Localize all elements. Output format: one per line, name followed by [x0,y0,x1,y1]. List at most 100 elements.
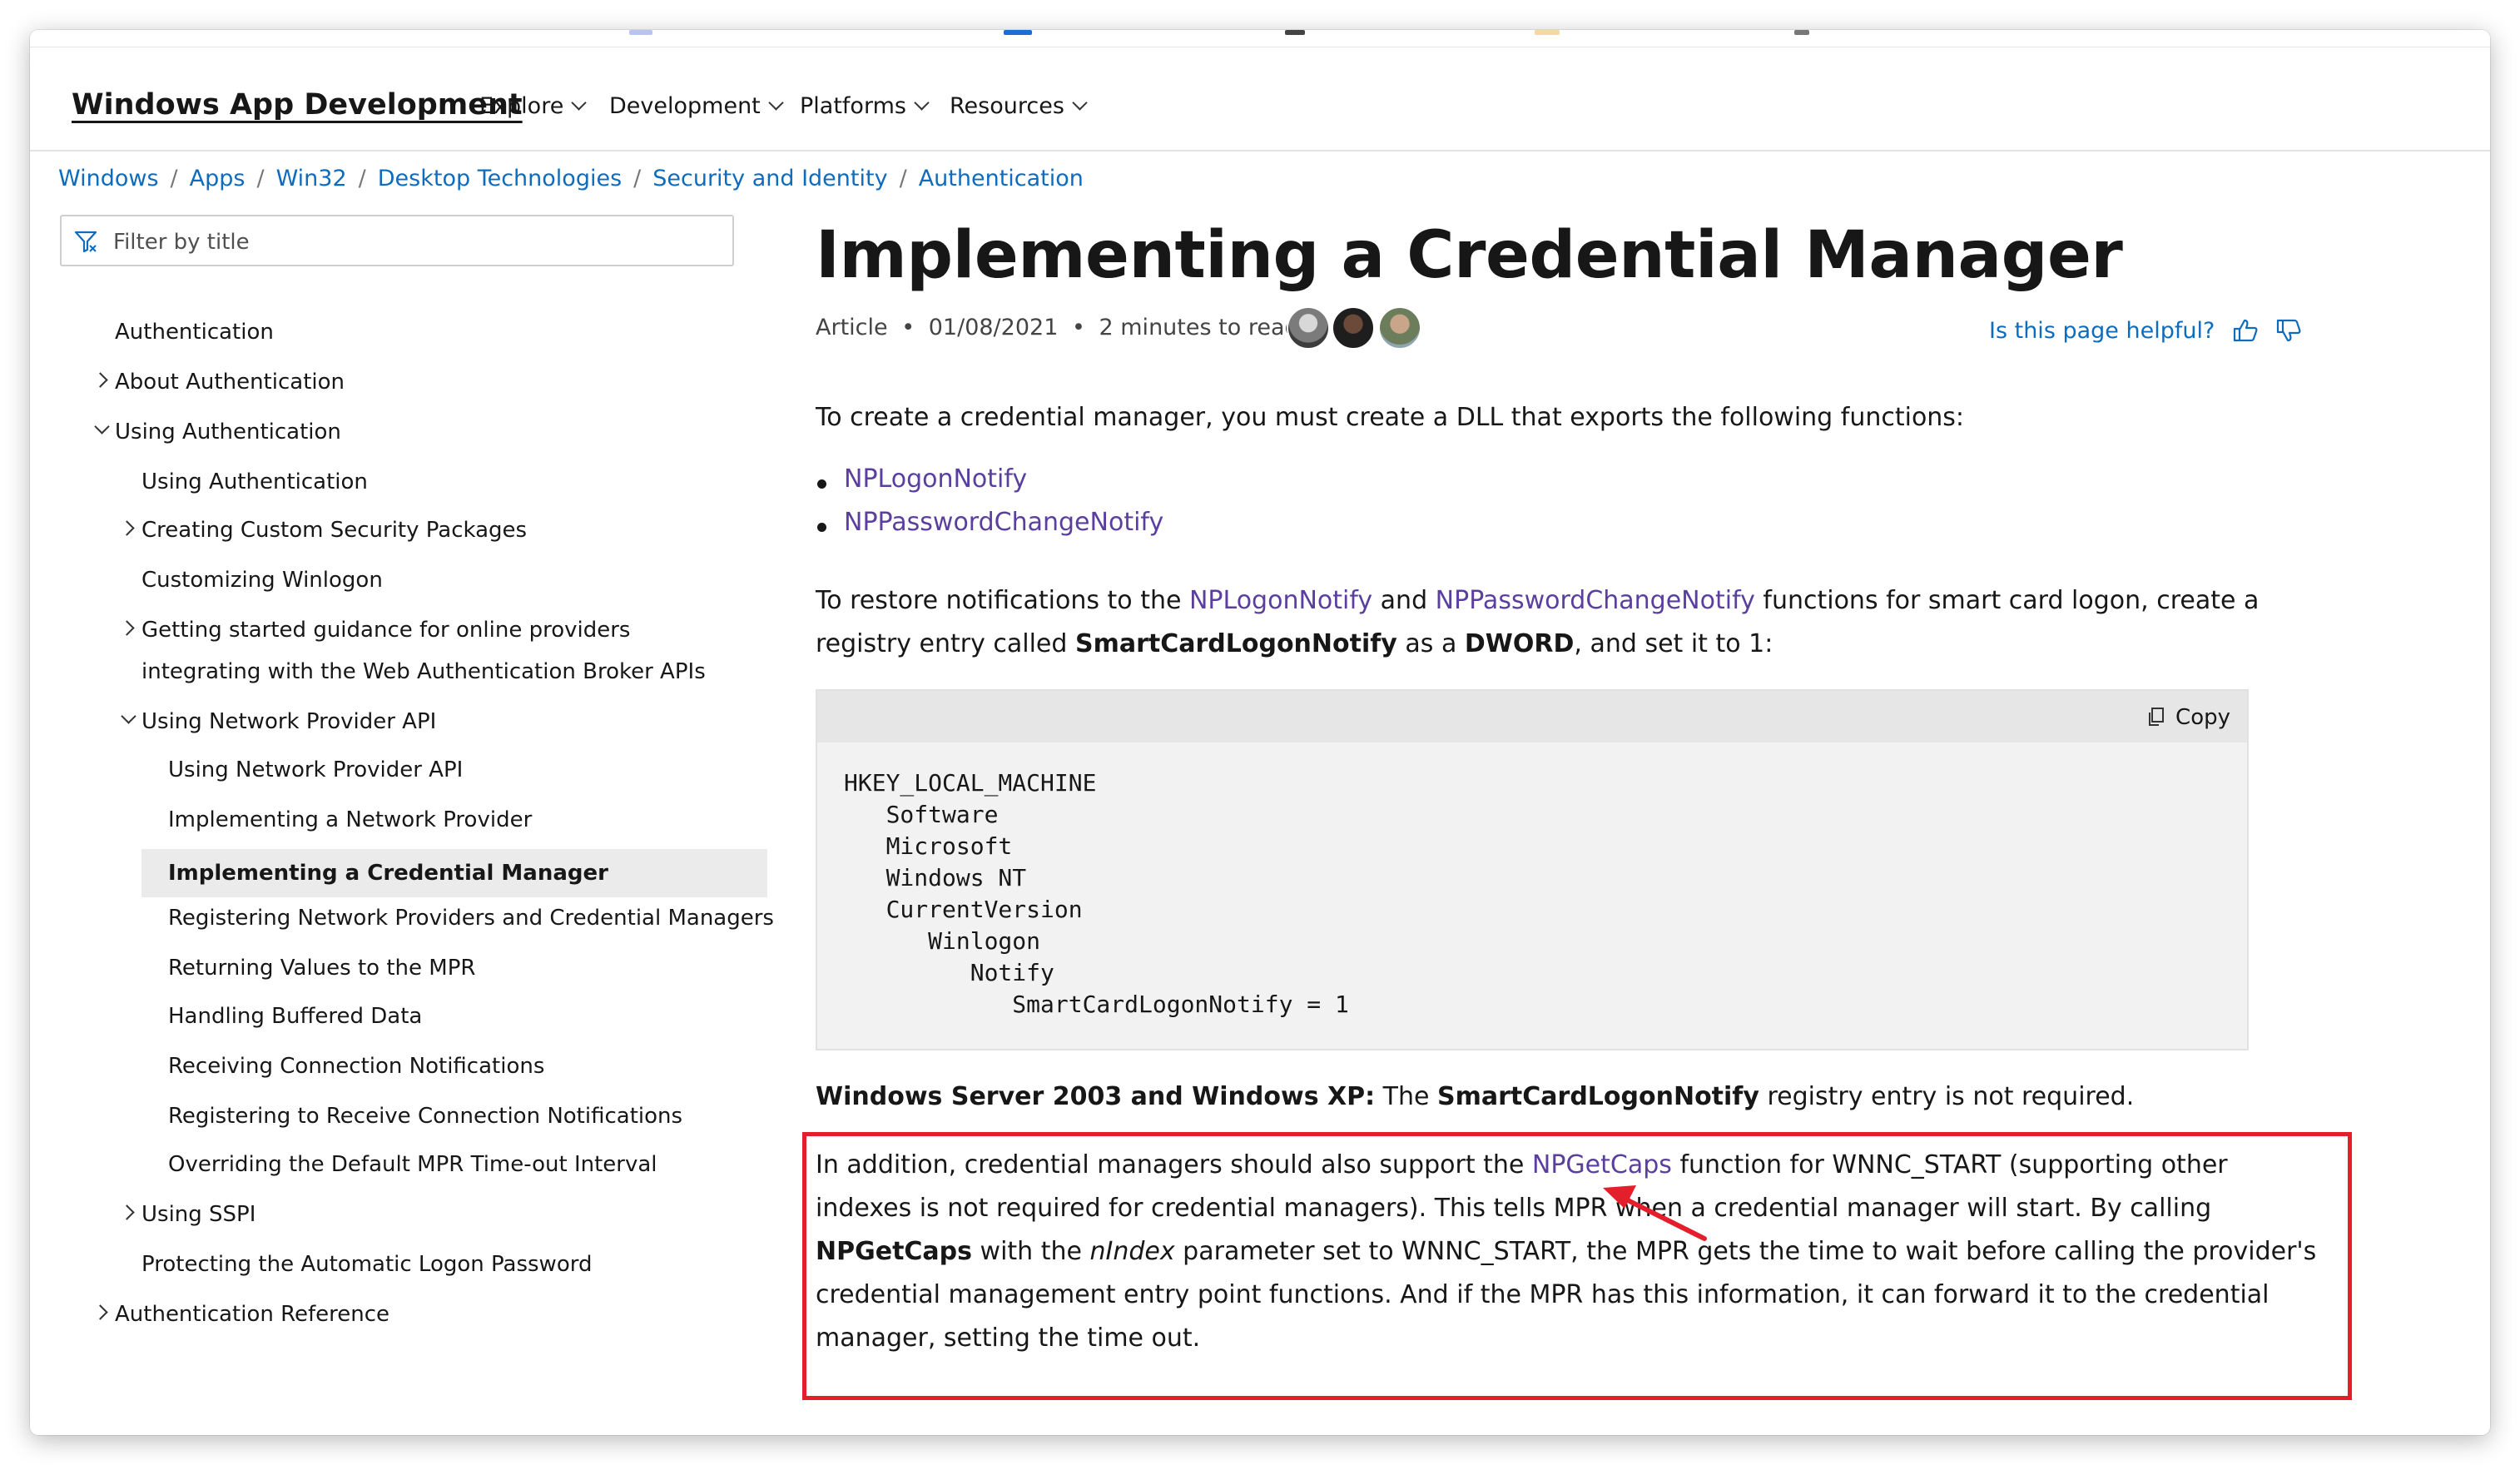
toc-item-about-authentication[interactable]: About Authentication [115,361,345,403]
link-nppasswordchangenotify[interactable]: NPPasswordChangeNotify [844,508,1163,537]
filter-input[interactable] [112,223,714,261]
text: The [1375,1082,1438,1111]
helpful-feedback: Is this page helpful? [1989,313,2302,344]
toc-item-using-authentication-page[interactable]: Using Authentication [141,461,368,503]
bullet-dot [817,479,826,489]
breadcrumb-windows[interactable]: Windows [58,166,159,191]
chevron-right-icon[interactable] [119,520,135,536]
breadcrumb-separator: / [633,166,642,191]
text: as a [1396,629,1465,658]
toc-item-getting-started-guidance[interactable]: Getting started guidance for online prov… [141,609,741,693]
toc-item-registering-receive-notifications[interactable]: Registering to Receive Connection Notifi… [168,1095,682,1137]
breadcrumb-desktop-technologies[interactable]: Desktop Technologies [378,166,622,191]
toc-item-implementing-credential-manager[interactable]: Implementing a Credential Manager [141,849,767,897]
breadcrumb-apps[interactable]: Apps [190,166,246,191]
toc-item-authentication-reference[interactable]: Authentication Reference [115,1294,389,1335]
menu-explore-label: Explore [479,93,564,119]
note-paragraph: Windows Server 2003 and Windows XP: The … [816,1075,2134,1119]
toc-item-using-network-provider-api[interactable]: Using Network Provider API [141,701,436,742]
code-line: Microsoft [844,832,1013,860]
chevron-down-icon[interactable] [121,708,136,724]
breadcrumb: Windows / Apps / Win32 / Desktop Technologies /… [58,150,1084,208]
menu-development[interactable]: Development [609,93,784,119]
toc-item-receiving-connection-notifications[interactable]: Receiving Connection Notifications [168,1045,544,1087]
bold-term: SmartCardLogonNotify [1437,1082,1759,1111]
article-type: Article [816,315,888,340]
toc-item-creating-custom-security-packages[interactable]: Creating Custom Security Packages [141,509,527,551]
toc-item-using-sspi[interactable]: Using SSPI [141,1194,255,1235]
restore-paragraph: To restore notifications to the NPLogonN… [816,579,2264,666]
bold-term: SmartCardLogonNotify [1074,629,1397,658]
avatar[interactable] [1378,306,1421,350]
code-line: HKEY_LOCAL_MACHINE [844,769,1097,797]
chevron-right-icon[interactable] [119,620,135,636]
link-nppasswordchangenotify-inline[interactable]: NPPasswordChangeNotify [1436,586,1755,615]
thumbs-up-icon[interactable] [2232,318,2259,343]
highlight-box [802,1132,2352,1400]
meta-separator: • [1071,315,1085,340]
chevron-right-icon[interactable] [92,1304,108,1320]
meta-separator: • [901,315,915,340]
breadcrumb-authentication[interactable]: Authentication [919,166,1084,191]
article-date: 01/08/2021 [928,315,1059,340]
menu-platforms-label: Platforms [800,93,906,119]
intro-paragraph: To create a credential manager, you must… [816,403,1965,432]
breadcrumb-separator: / [170,166,178,191]
copy-label: Copy [2175,705,2230,730]
article-meta: Article • 01/08/2021 • 2 minutes to read… [816,315,1332,340]
breadcrumb-separator: / [256,166,265,191]
avatar[interactable] [1287,306,1330,350]
bullet-dot [817,523,826,532]
thumbs-down-icon[interactable] [2275,318,2302,343]
toc-item-using-network-provider-api-page[interactable]: Using Network Provider API [168,749,463,791]
code-line: CurrentVersion [844,896,1083,923]
page-title: Implementing a Credential Manager [816,218,2123,293]
breadcrumb-win32[interactable]: Win32 [276,166,347,191]
chevron-right-icon[interactable] [92,372,108,388]
breadcrumb-separator: / [899,166,907,191]
copy-icon [2149,708,2165,726]
toc-item-implementing-network-provider[interactable]: Implementing a Network Provider [168,799,532,841]
toc-item-returning-values-mpr[interactable]: Returning Values to the MPR [168,947,475,989]
code-line: Notify [844,959,1054,986]
bold-term: Windows Server 2003 and Windows XP: [816,1082,1376,1111]
code-line: SmartCardLogonNotify = 1 [844,991,1349,1018]
code-line: Software [844,801,999,828]
code-line: Winlogon [844,927,1041,955]
menu-platforms[interactable]: Platforms [800,93,930,119]
chevron-down-icon [1072,95,1088,111]
code-line: Windows NT [844,864,1027,891]
toc-item-overriding-timeout[interactable]: Overriding the Default MPR Time-out Inte… [168,1144,657,1185]
avatar[interactable] [1332,306,1375,350]
browser-toolbar-strip [30,30,2490,47]
link-nplogonnotify[interactable]: NPLogonNotify [844,464,1027,494]
breadcrumb-separator: / [358,166,366,191]
chevron-right-icon[interactable] [119,1204,135,1220]
list-item[interactable]: NPLogonNotify [817,464,1027,494]
chevron-down-icon[interactable] [94,419,110,435]
chevron-down-icon [571,95,588,111]
filter-box [60,215,734,266]
copy-button[interactable]: Copy [2145,703,2230,730]
toc-item-using-authentication[interactable]: Using Authentication [115,411,341,453]
text: functions for smart card logon, create a [1754,586,2260,615]
helpful-label: Is this page helpful? [1989,318,2215,344]
brand-link[interactable]: Windows App Development [72,88,523,122]
toc-item-authentication[interactable]: Authentication [115,311,274,353]
menu-resources[interactable]: Resources [950,93,1088,119]
read-time: 2 minutes to read [1099,315,1299,340]
menu-development-label: Development [609,93,761,119]
bold-term: DWORD [1464,629,1575,658]
toc-item-customizing-winlogon[interactable]: Customizing Winlogon [141,559,383,601]
text: , and set it to 1: [1574,629,1773,658]
list-item[interactable]: NPPasswordChangeNotify [817,508,1163,537]
text: and [1372,586,1436,615]
breadcrumb-security-and-identity[interactable]: Security and Identity [652,166,887,191]
filter-icon [74,231,97,253]
toc-item-handling-buffered-data[interactable]: Handling Buffered Data [168,996,422,1037]
toc-item-protecting-logon-password[interactable]: Protecting the Automatic Logon Password [141,1244,592,1285]
chevron-down-icon [768,95,784,111]
link-nplogonnotify-inline[interactable]: NPLogonNotify [1189,586,1372,615]
menu-explore[interactable]: Explore [479,93,588,119]
toc-item-registering-network-providers[interactable]: Registering Network Providers and Creden… [168,897,774,939]
